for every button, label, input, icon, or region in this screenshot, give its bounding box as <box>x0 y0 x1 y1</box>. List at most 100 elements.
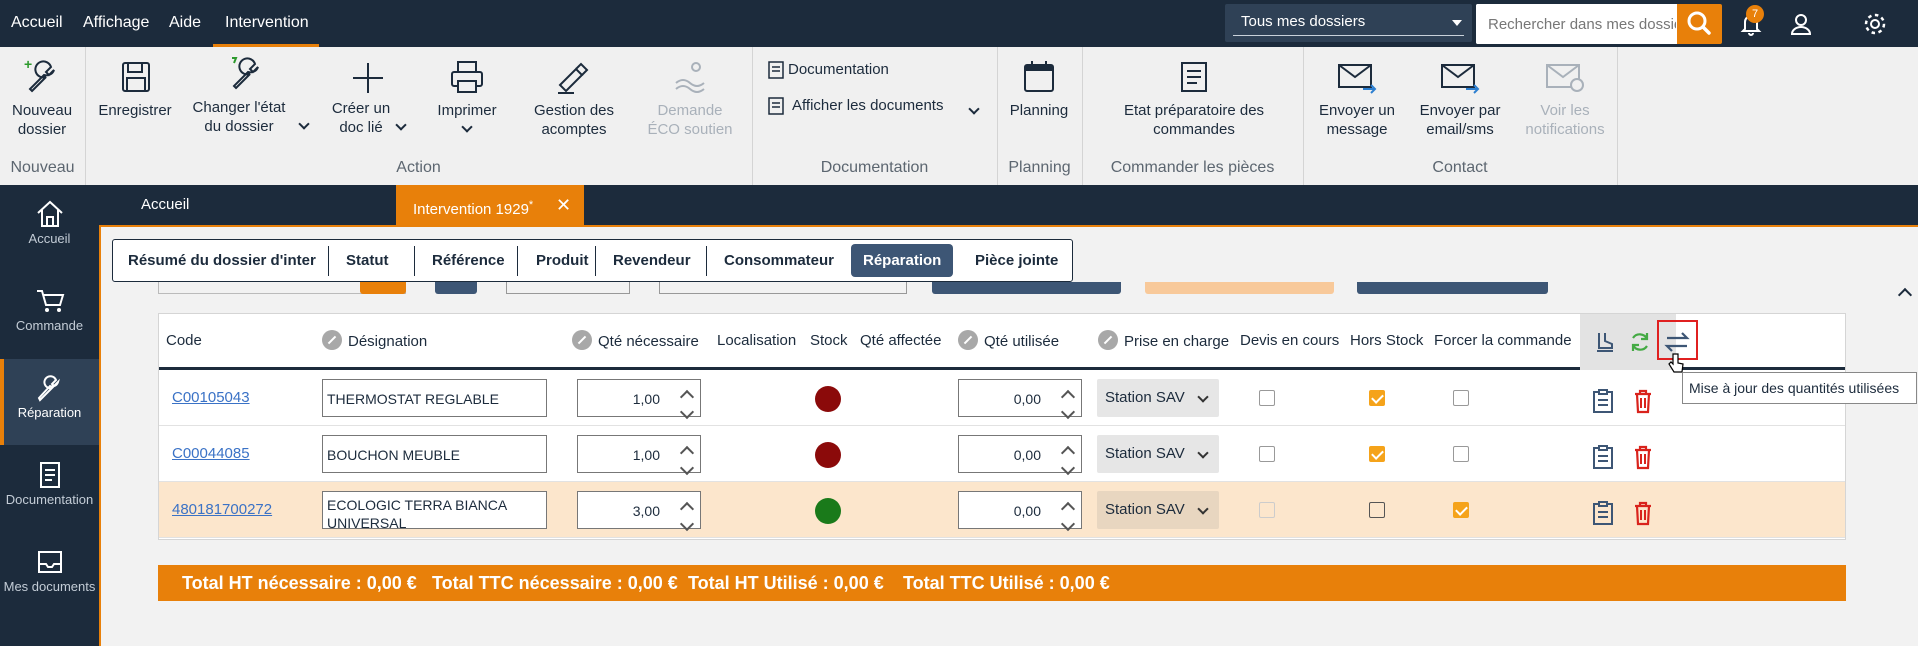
menu-aide[interactable]: Aide <box>169 14 201 32</box>
header-forcer-commande[interactable]: Forcer la commande <box>1434 332 1572 349</box>
qte-utilisee-stepper[interactable]: 0,00 <box>958 435 1082 476</box>
user-icon[interactable] <box>1787 10 1815 38</box>
hors-stock-checkbox[interactable] <box>1369 446 1385 462</box>
refresh-icon[interactable] <box>1628 330 1652 354</box>
table-row: 480181700272 ECOLOGIC TERRA BIANCA UNIVE… <box>159 482 1845 538</box>
imprimer-button[interactable]: Imprimer <box>426 57 508 139</box>
chevron-down-icon[interactable] <box>679 516 695 532</box>
planning-button[interactable]: Planning <box>1004 57 1074 120</box>
tab-revendeur[interactable]: Revendeur <box>601 244 703 277</box>
chevron-up-icon[interactable] <box>1060 501 1076 517</box>
header-qte-affectee[interactable]: Qté affectée <box>860 332 941 349</box>
header-designation[interactable]: Désignation <box>322 330 427 352</box>
chevron-down-icon[interactable] <box>1060 460 1076 476</box>
chevron-down-icon[interactable] <box>679 404 695 420</box>
header-hors-stock[interactable]: Hors Stock <box>1350 332 1423 349</box>
prise-en-charge-select[interactable]: Station SAV <box>1097 491 1219 529</box>
changer-etat-button[interactable]: Changer l'état du dossier <box>182 54 310 136</box>
tab-accueil[interactable]: Accueil <box>141 185 189 225</box>
qte-necessaire-stepper[interactable]: 1,00 <box>577 379 701 420</box>
hand-cursor-icon <box>1668 353 1684 373</box>
menu-affichage[interactable]: Affichage <box>83 14 149 32</box>
forcer-commande-checkbox[interactable] <box>1453 502 1469 518</box>
prise-en-charge-select[interactable]: Station SAV <box>1097 435 1219 473</box>
header-qte-utilisee[interactable]: Qté utilisée <box>958 330 1059 352</box>
hors-stock-checkbox[interactable] <box>1369 502 1385 518</box>
designation-field[interactable]: BOUCHON MEUBLE <box>322 435 547 473</box>
clipboard-list-icon[interactable] <box>1591 388 1615 414</box>
trash-icon[interactable] <box>1632 444 1654 470</box>
header-stock[interactable]: Stock <box>810 332 848 349</box>
qte-utilisee-stepper[interactable]: 0,00 <box>958 379 1082 420</box>
qte-utilisee-stepper[interactable]: 0,00 <box>958 491 1082 532</box>
header-qte-necessaire[interactable]: Qté nécessaire <box>572 330 699 352</box>
header-prise-en-charge[interactable]: Prise en charge <box>1098 330 1229 352</box>
enregistrer-label: Enregistrer <box>98 102 172 119</box>
header-devis-en-cours[interactable]: Devis en cours <box>1240 332 1339 349</box>
chevron-up-icon[interactable] <box>1060 389 1076 405</box>
tab-resume[interactable]: Résumé du dossier d'inter <box>116 244 328 277</box>
gear-icon[interactable] <box>1861 10 1889 38</box>
sidebar-item-documentation[interactable]: Documentation <box>0 446 99 532</box>
devis-en-cours-checkbox[interactable] <box>1259 390 1275 406</box>
tab-reparation[interactable]: Réparation <box>851 244 954 277</box>
dossier-filter-select[interactable]: Tous mes dossiers <box>1225 4 1472 42</box>
sidebar-item-commande[interactable]: Commande <box>0 272 99 358</box>
afficher-documents-button[interactable]: Afficher les documents <box>768 97 982 115</box>
tab-statut[interactable]: Statut <box>334 244 401 277</box>
envoyer-email-button[interactable]: Envoyer par email/sms <box>1410 57 1510 139</box>
forcer-commande-checkbox[interactable] <box>1453 390 1469 406</box>
chevron-up-icon[interactable] <box>679 389 695 405</box>
tab-piece-jointe[interactable]: Pièce jointe <box>963 244 1070 277</box>
chevron-down-icon[interactable] <box>1060 404 1076 420</box>
forcer-commande-checkbox[interactable] <box>1453 446 1469 462</box>
part-code-link[interactable]: C00044085 <box>172 445 250 462</box>
sidebar-item-accueil[interactable]: Accueil <box>0 185 99 271</box>
part-code-link[interactable]: C00105043 <box>172 389 250 406</box>
creer-doc-button[interactable]: Créer un doc lié <box>322 59 414 137</box>
close-icon[interactable]: ✕ <box>556 185 571 225</box>
tab-separator <box>595 246 596 276</box>
boot-icon[interactable] <box>1594 330 1616 354</box>
designation-field[interactable]: THERMOSTAT REGLABLE <box>322 379 547 417</box>
chevron-up-icon[interactable] <box>679 501 695 517</box>
part-code-link[interactable]: 480181700272 <box>172 501 272 518</box>
tab-reference[interactable]: Référence <box>420 244 517 277</box>
devis-en-cours-checkbox[interactable] <box>1259 446 1275 462</box>
tab-intervention[interactable]: Intervention 1929* ✕ <box>396 185 584 225</box>
qte-necessaire-stepper[interactable]: 3,00 <box>577 491 701 532</box>
tab-consommateur[interactable]: Consommateur <box>712 244 846 277</box>
hors-stock-checkbox[interactable] <box>1369 390 1385 406</box>
prise-en-charge-value: Station SAV <box>1105 445 1185 462</box>
prise-en-charge-value: Station SAV <box>1105 389 1185 406</box>
trash-icon[interactable] <box>1632 500 1654 526</box>
search-button[interactable] <box>1677 4 1722 44</box>
enregistrer-button[interactable]: Enregistrer <box>94 57 176 120</box>
etat-preparatoire-button[interactable]: Etat préparatoire des commandes <box>1090 57 1298 139</box>
chevron-down-icon[interactable] <box>679 460 695 476</box>
trash-icon[interactable] <box>1632 388 1654 414</box>
chevron-up-icon[interactable] <box>1060 445 1076 461</box>
search-input[interactable] <box>1476 4 1676 44</box>
tab-produit[interactable]: Produit <box>524 244 601 277</box>
header-code[interactable]: Code <box>166 332 202 349</box>
sidebar-item-mes-documents[interactable]: Mes documents <box>0 533 99 619</box>
nouveau-dossier-button[interactable]: + Nouveau dossier <box>6 57 78 139</box>
menu-accueil[interactable]: Accueil <box>11 14 63 32</box>
voir-notifications-button: Voir les notifications <box>1516 57 1614 139</box>
prise-en-charge-select[interactable]: Station SAV <box>1097 379 1219 417</box>
chevron-up-icon[interactable] <box>679 445 695 461</box>
qte-necessaire-stepper[interactable]: 1,00 <box>577 435 701 476</box>
section-tabs: Résumé du dossier d'inter Statut Référen… <box>112 239 1073 282</box>
sidebar-item-reparation[interactable]: Réparation <box>0 359 99 445</box>
clipboard-list-icon[interactable] <box>1591 444 1615 470</box>
clipboard-list-icon[interactable] <box>1591 500 1615 526</box>
designation-field[interactable]: ECOLOGIC TERRA BIANCA UNIVERSAL <box>322 491 547 529</box>
chevron-down-icon[interactable] <box>1060 516 1076 532</box>
header-localisation[interactable]: Localisation <box>717 332 796 349</box>
menu-intervention[interactable]: Intervention <box>225 14 309 32</box>
envoyer-message-label: Envoyer un message <box>1319 102 1395 138</box>
gestion-acomptes-button[interactable]: Gestion des acomptes <box>523 57 625 139</box>
documentation-button[interactable]: Documentation <box>768 61 889 79</box>
envoyer-message-button[interactable]: Envoyer un message <box>1311 57 1403 139</box>
